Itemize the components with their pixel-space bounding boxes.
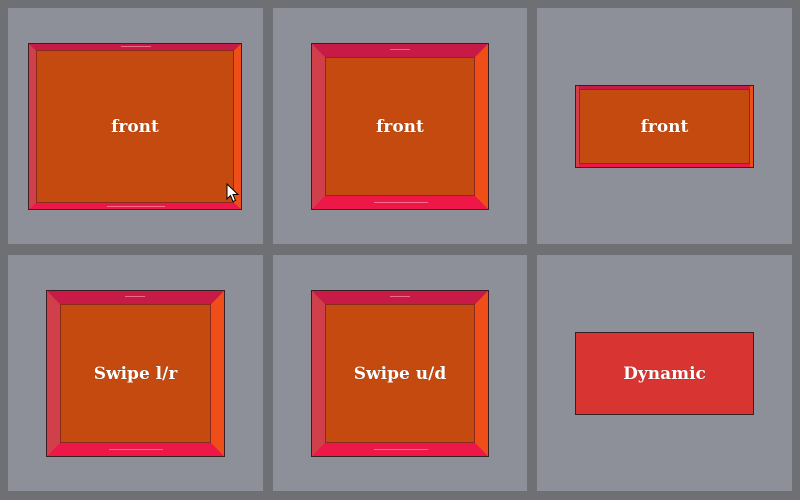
demo-cell-2: front [273,8,527,244]
cube-right-face [750,86,753,167]
cube-left-face [312,291,325,456]
edge-mark [121,46,151,47]
cube-label: front [640,116,689,137]
cube-left-face [312,44,325,209]
demo-cell-5: Swipe u/d [273,255,527,491]
cube-right-face [211,291,224,456]
edge-mark [390,296,410,297]
edge-mark [374,202,428,203]
demo-cell-4: Swipe l/r [8,255,263,491]
cube-right-face [475,291,488,456]
cube-label: Swipe u/d [353,363,447,384]
cube-front-face: Swipe l/r [60,304,211,443]
cube-front-1[interactable]: front [28,43,242,210]
demo-cell-3: front [537,8,792,244]
mouse-pointer-icon [226,183,240,203]
cube-label: front [111,116,159,137]
cube-left-face [29,44,36,209]
cube-front-face: front [325,57,475,196]
cube-front-3[interactable]: front [575,85,754,168]
dynamic-box[interactable]: Dynamic [575,332,754,415]
cube-front-face: front [579,89,750,164]
edge-mark [374,449,428,450]
cube-top-face [47,291,224,304]
dynamic-label: Dynamic [623,363,706,384]
cube-top-face [312,44,488,57]
cube-front-face: front [36,50,234,203]
edge-mark [107,206,165,207]
cube-right-face [475,44,488,209]
edge-mark [109,449,163,450]
edge-mark [390,49,410,50]
edge-mark [125,296,145,297]
cube-swipe-ud[interactable]: Swipe u/d [311,290,489,457]
cube-front-face: Swipe u/d [325,304,475,443]
demo-cell-6: Dynamic [537,255,792,491]
cube-front-2[interactable]: front [311,43,489,210]
demo-grid: front front front Swipe l/r Swipe u/d Dy… [8,8,792,491]
cube-bottom-face [576,164,753,167]
cube-label: Swipe l/r [93,363,178,384]
cube-swipe-lr[interactable]: Swipe l/r [46,290,225,457]
cube-label: front [376,116,424,137]
demo-cell-1: front [8,8,263,244]
cube-left-face [47,291,60,456]
cube-top-face [312,291,488,304]
